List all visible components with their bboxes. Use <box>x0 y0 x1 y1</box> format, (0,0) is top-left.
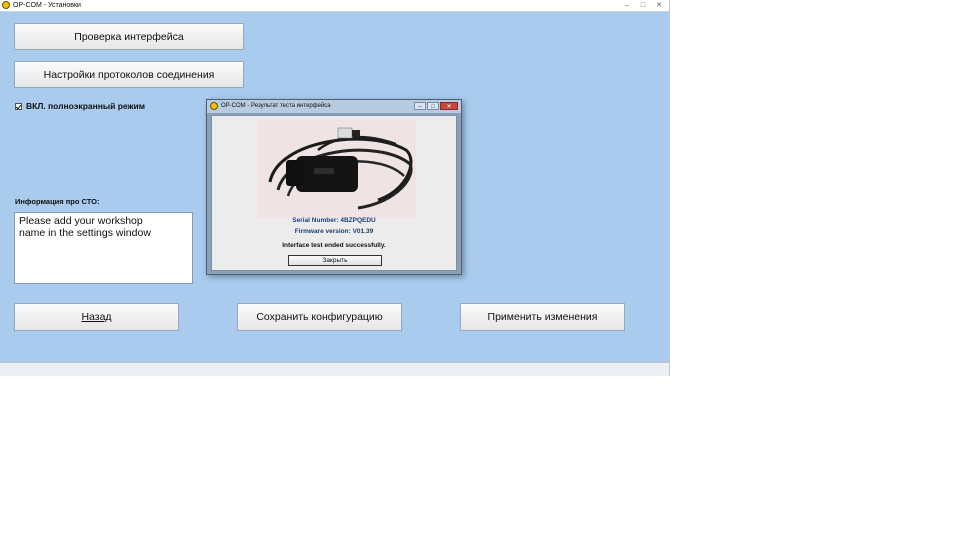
workshop-info-label: Информация про СТО: <box>15 197 100 206</box>
save-config-button[interactable]: Сохранить конфигурацию <box>237 303 402 331</box>
minimize-icon[interactable]: – <box>623 0 631 11</box>
dialog-controls: – □ ✕ <box>414 102 458 110</box>
app-logo-icon <box>2 1 10 9</box>
interface-cable-photo <box>258 120 416 218</box>
fullscreen-label: ВКЛ. полноэкранный режим <box>26 101 146 111</box>
interface-test-dialog: OP-COM - Результат теста интерфейса – □ … <box>206 99 462 275</box>
back-button[interactable]: Назад <box>14 303 179 331</box>
apply-changes-button[interactable]: Применить изменения <box>460 303 625 331</box>
window-controls: – □ ✕ <box>623 0 663 11</box>
maximize-icon[interactable]: □ <box>427 102 439 110</box>
serial-number-text: Serial Number: 4BZPQEDU <box>292 217 376 224</box>
test-result-text: Interface test ended successfully. <box>282 242 386 249</box>
fullscreen-checkbox[interactable] <box>15 102 22 110</box>
dialog-title: OP-COM - Результат теста интерфейса <box>221 103 331 109</box>
app-logo-icon <box>210 102 218 110</box>
protocol-settings-button[interactable]: Настройки протоколов соединения <box>14 61 244 88</box>
status-bar <box>0 362 669 376</box>
dialog-close-button[interactable]: Закрыть <box>288 255 382 266</box>
dialog-title-bar: OP-COM - Результат теста интерфейса – □ … <box>207 100 461 113</box>
maximize-icon[interactable]: □ <box>639 0 647 11</box>
close-icon[interactable]: ✕ <box>440 102 458 110</box>
close-icon[interactable]: ✕ <box>655 0 663 11</box>
workshop-info-field[interactable]: Please add your workshop name in the set… <box>14 212 193 284</box>
title-bar: OP-COM - Установки – □ ✕ <box>0 0 669 12</box>
interface-check-button[interactable]: Проверка интерфейса <box>14 23 244 50</box>
firmware-version-text: Firmware version: V01.39 <box>294 228 374 235</box>
minimize-icon[interactable]: – <box>414 102 426 110</box>
fullscreen-toggle[interactable]: ВКЛ. полноэкранный режим <box>15 101 145 111</box>
window-title: OP-COM - Установки <box>13 2 81 9</box>
dialog-body: Serial Number: 4BZPQEDU Firmware version… <box>211 115 457 271</box>
